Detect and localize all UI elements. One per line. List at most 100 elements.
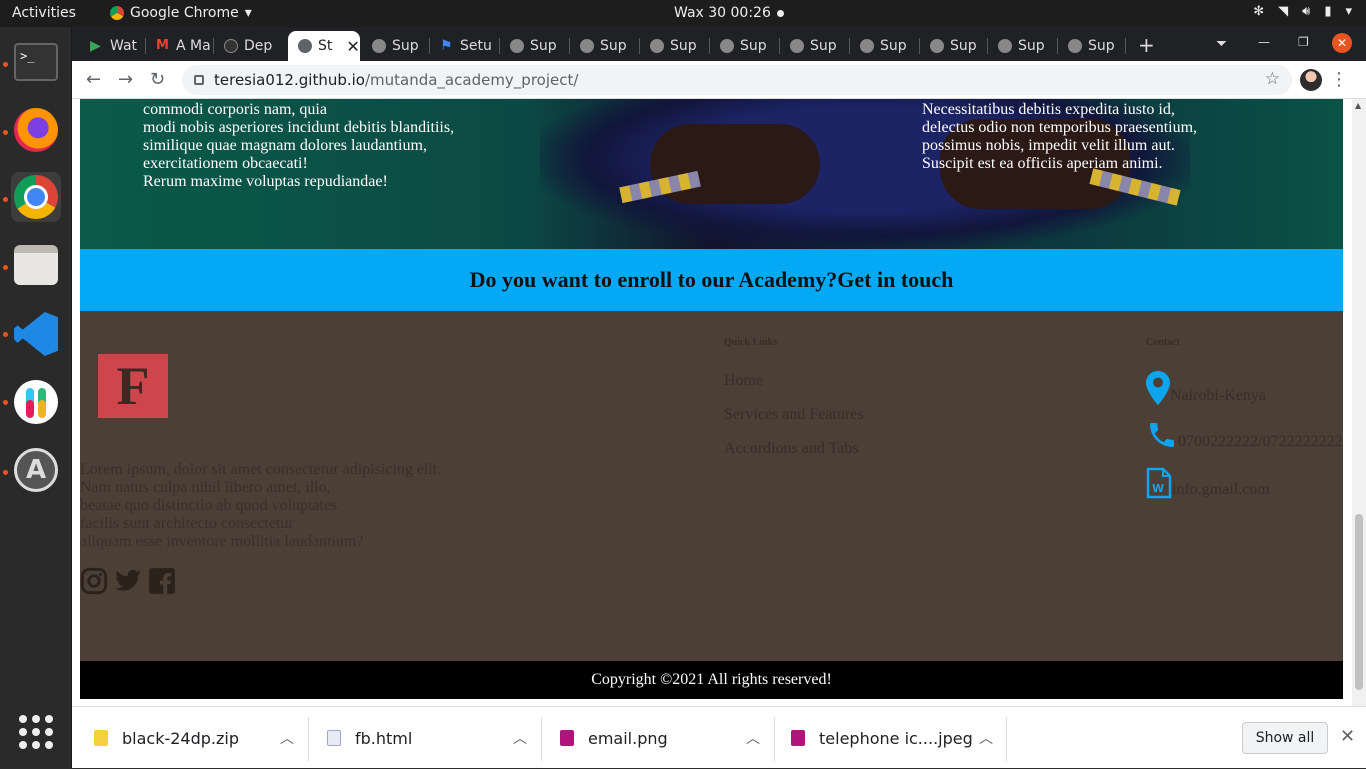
slack-icon [14,380,58,424]
download-item[interactable]: black-24dp.zip ︿ [94,707,314,769]
chevron-up-icon[interactable]: ︿ [280,728,294,748]
chevron-up-icon[interactable]: ︿ [746,728,760,748]
system-tray[interactable]: ✻ ◥ 🔊︎ ▮ ▾ [1253,4,1352,19]
tab-search-icon[interactable]: ⏷ [1216,36,1227,52]
clock[interactable]: Wax 30 00:26 [674,5,771,21]
lock-icon[interactable] [194,75,204,85]
social-links [80,567,176,595]
reload-button[interactable]: ↻ [150,69,165,90]
globe-icon [298,39,312,53]
close-window-button[interactable]: ✕ [1332,33,1352,53]
forward-button[interactable]: → [118,69,133,90]
footer-link-accordions[interactable]: Accordions and Tabs [724,440,859,458]
notification-dot [777,10,784,17]
tab-11[interactable]: Sup [780,31,850,61]
chevron-up-icon[interactable]: ︿ [513,728,527,748]
download-item[interactable]: email.png ︿ [560,707,780,769]
globe-icon [372,39,386,53]
tab-title: Dep [244,38,273,54]
hero-line: exercitationem obcaecati! [143,155,308,172]
dock-chrome[interactable] [11,172,61,222]
minimize-button[interactable]: — [1258,35,1270,49]
tab-title: Sup [880,38,907,54]
profile-avatar[interactable] [1300,69,1322,91]
close-tab-icon[interactable]: ✕ [346,37,359,56]
globe-icon [790,39,804,53]
gmail-icon: M [156,38,169,53]
running-indicator [3,470,8,475]
dock-slack[interactable] [11,377,61,427]
chevron-down-icon: ▾ [1345,4,1352,19]
address-bar[interactable]: teresia012.github.io/mutanda_academy_pro… [182,65,1292,95]
globe-icon [930,39,944,53]
instagram-icon[interactable] [80,567,108,595]
activities-button[interactable]: Activities [12,5,76,21]
dock-anbox[interactable]: A [11,445,61,495]
logo: F [98,354,168,418]
twitter-icon[interactable] [114,567,142,595]
tab-10[interactable]: Sup [710,31,780,61]
tab-3[interactable]: Dep [214,31,284,61]
tab-15[interactable]: Sup [1058,31,1126,61]
tab-title: Sup [392,38,419,54]
show-applications-button[interactable] [11,707,61,757]
page-scrollbar[interactable]: ▲ [1352,99,1366,706]
running-indicator [3,265,8,270]
contact-email-text: info.gmail.com [1172,481,1270,498]
contact-email: W info.gmail.com [1146,467,1270,499]
chrome-icon [14,175,58,219]
hero-line: possimus nobis, impedit velit illum aut. [922,137,1175,154]
cta-heading[interactable]: Do you want to enroll to our Academy?Get… [470,267,954,293]
app-menu-label: Google Chrome [130,5,239,21]
running-indicator [3,400,8,405]
download-item[interactable]: fb.html ︿ [327,707,547,769]
tab-strip: ▶ Wat M A Ma Dep St ✕ Sup ⚑ Setu Sup Sup Sup… [72,27,1366,61]
tab-title: Sup [530,38,557,54]
volume-icon: 🔊︎ [1302,4,1311,19]
back-button[interactable]: ← [86,69,101,90]
slack-tray-icon[interactable]: ✻ [1253,4,1264,19]
tab-13[interactable]: Sup [920,31,988,61]
new-tab-button[interactable]: + [1138,33,1155,57]
more-menu-icon[interactable]: ⋮ [1330,69,1348,90]
tab-12[interactable]: Sup [850,31,920,61]
tab-4-active[interactable]: St ✕ [288,31,360,61]
show-all-downloads-button[interactable]: Show all [1242,722,1328,754]
html-file-icon [327,730,341,746]
tab-2[interactable]: M A Ma [146,31,214,61]
globe-icon [860,39,874,53]
tab-title: Sup [950,38,977,54]
dock-vscode[interactable] [11,309,61,359]
tab-6[interactable]: ⚑ Setu [430,31,500,61]
dock-terminal[interactable]: >_ [11,37,61,87]
tab-9[interactable]: Sup [640,31,710,61]
copyright-bar: Copyright ©2021 All rights reserved! [80,661,1343,699]
dock-files[interactable] [11,240,61,290]
facebook-icon[interactable] [148,567,176,595]
bookmark-star-icon[interactable]: ☆ [1265,69,1280,89]
hero-line: Necessitatibus debitis expedita iusto id… [922,101,1175,118]
github-icon [224,39,238,53]
chevron-up-icon[interactable]: ︿ [979,728,993,748]
footer-link-home[interactable]: Home [724,372,763,390]
contact-phone: 0700222222/0722222222 [1146,419,1342,451]
tab-title: Sup [1018,38,1045,54]
close-download-shelf-icon[interactable]: ✕ [1340,726,1355,747]
tab-8[interactable]: Sup [570,31,640,61]
document-icon: W [1146,467,1172,499]
footer-link-services[interactable]: Services and Features [724,406,864,424]
hero-line: similique quae magnam dolores laudantium… [143,137,427,154]
tab-1[interactable]: ▶ Wat [80,31,146,61]
app-menu[interactable]: Google Chrome ▾ [110,5,252,21]
tab-7[interactable]: Sup [500,31,570,61]
download-item[interactable]: telephone ic....jpeg ︿ [791,707,1011,769]
about-line: beatae quo distinctio ab quod voluptates [80,497,338,514]
tab-14[interactable]: Sup [988,31,1058,61]
globe-icon [510,39,524,53]
maximize-button[interactable]: ❐ [1298,35,1309,49]
scrollbar-thumb[interactable] [1355,514,1363,690]
image-file-icon [791,730,805,746]
tab-5[interactable]: Sup [362,31,430,61]
dock-firefox[interactable] [11,105,61,155]
scroll-up-icon[interactable]: ▲ [1355,101,1361,110]
